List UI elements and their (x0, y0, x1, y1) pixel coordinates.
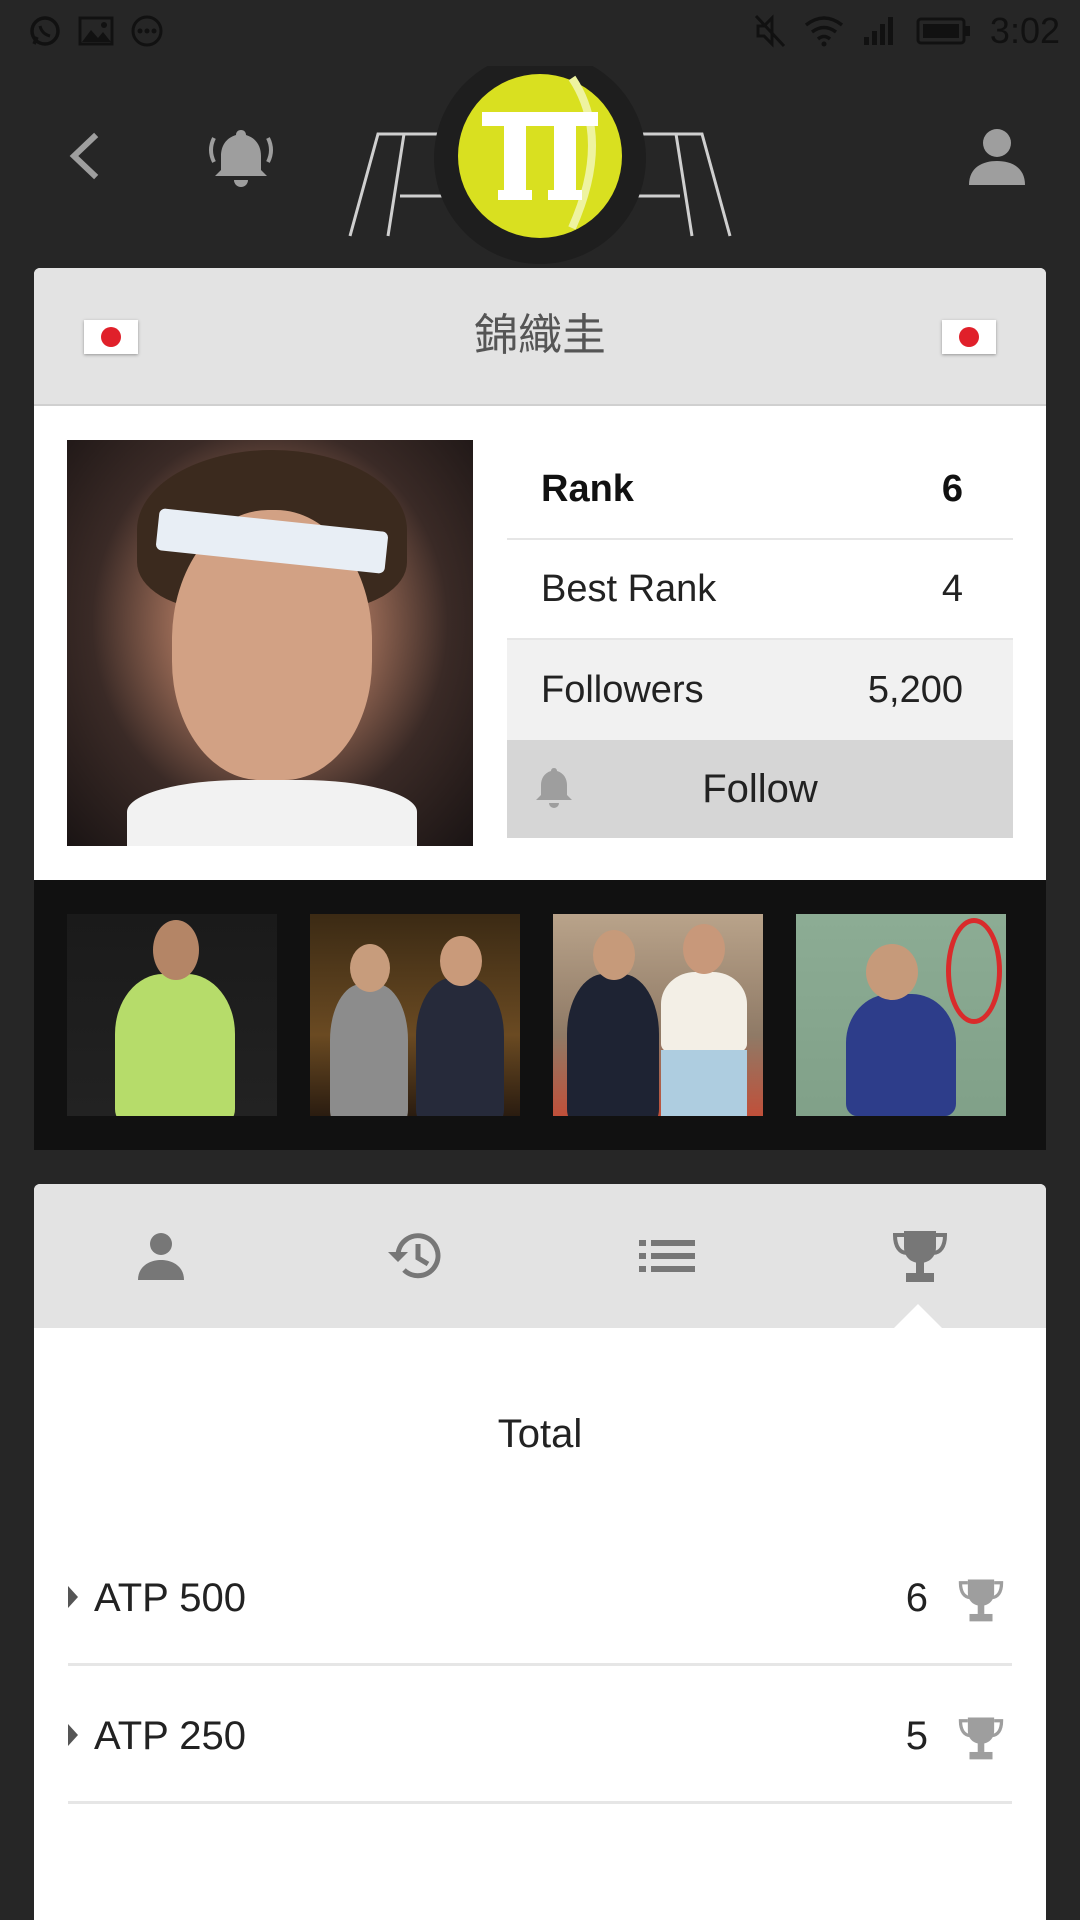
photo-gallery (34, 880, 1046, 1150)
player-stats: Rank 6 Best Rank 4 Followers 5,200 Follo… (507, 440, 1013, 838)
trophy-row-count: 5 (905, 1714, 928, 1758)
player-profile-screen: 3:02 錦織圭 Rank 6 Best Rank 4 Followers 5,… (0, 0, 1080, 1920)
stat-value: 6 (941, 467, 963, 510)
player-header: 錦織圭 (34, 268, 1046, 406)
signal-icon (863, 17, 893, 45)
status-bar: 3:02 (0, 0, 1080, 66)
image-icon (78, 16, 114, 46)
stat-row-rank: Rank 6 (507, 440, 1013, 540)
back-icon (69, 132, 99, 180)
stat-label: Best Rank (541, 567, 717, 610)
stat-label: Rank (541, 467, 634, 510)
stat-row-best-rank: Best Rank 4 (507, 540, 1013, 640)
expand-caret-icon (68, 1724, 78, 1746)
player-name: 錦織圭 (474, 310, 606, 361)
trophy-row-label: ATP 250 (94, 1714, 246, 1758)
profile-button[interactable] (952, 112, 1042, 202)
tab-profile[interactable] (34, 1184, 287, 1328)
notifications-button[interactable] (196, 112, 286, 202)
gallery-thumbnail[interactable] (310, 914, 520, 1116)
stat-value: 5,200 (867, 668, 963, 711)
trophy-icon (958, 1717, 1004, 1760)
person-icon (137, 1233, 184, 1280)
trophy-row-atp-500[interactable]: ATP 500 6 (68, 1530, 1012, 1666)
stat-label: Followers (541, 668, 704, 711)
player-photo (67, 440, 473, 846)
status-left-icons (28, 14, 164, 48)
status-time: 3:02 (989, 10, 1060, 51)
bell-icon (209, 130, 273, 187)
tab-history[interactable] (287, 1184, 540, 1328)
trophy-row-label: ATP 500 (94, 1576, 246, 1620)
history-icon (387, 1233, 440, 1279)
wifi-icon (804, 16, 843, 47)
gallery-thumbnail[interactable] (67, 914, 277, 1116)
whatsapp-icon (30, 16, 60, 46)
list-icon (638, 1240, 695, 1272)
stat-row-followers: Followers 5,200 (507, 640, 1013, 740)
gallery-thumbnail[interactable] (553, 914, 763, 1116)
mute-icon (754, 14, 786, 48)
trophy-row-count: 6 (905, 1576, 928, 1620)
follow-label: Follow (702, 766, 818, 811)
section-title: Total (497, 1412, 583, 1456)
app-logo[interactable] (340, 52, 740, 266)
more-icon (131, 15, 163, 47)
tab-list[interactable] (540, 1184, 793, 1328)
active-tab-indicator (894, 1304, 942, 1328)
tennis-court-logo (348, 52, 732, 264)
gallery-thumbnail[interactable] (796, 914, 1006, 1116)
tab-bar (34, 1184, 1046, 1328)
battery-icon (916, 17, 970, 45)
follow-button[interactable]: Follow (507, 740, 1013, 838)
japan-flag-icon (942, 320, 996, 354)
back-button[interactable] (48, 120, 120, 192)
trophy-icon (958, 1579, 1004, 1622)
stat-value: 4 (941, 567, 963, 610)
expand-caret-icon (68, 1586, 78, 1608)
top-navigation (0, 52, 1080, 266)
status-right-icons: 3:02 (754, 10, 1060, 52)
trophy-row-atp-250[interactable]: ATP 250 5 (68, 1668, 1012, 1804)
bell-icon (536, 768, 572, 808)
trophy-icon (892, 1231, 947, 1282)
person-icon (969, 129, 1025, 185)
